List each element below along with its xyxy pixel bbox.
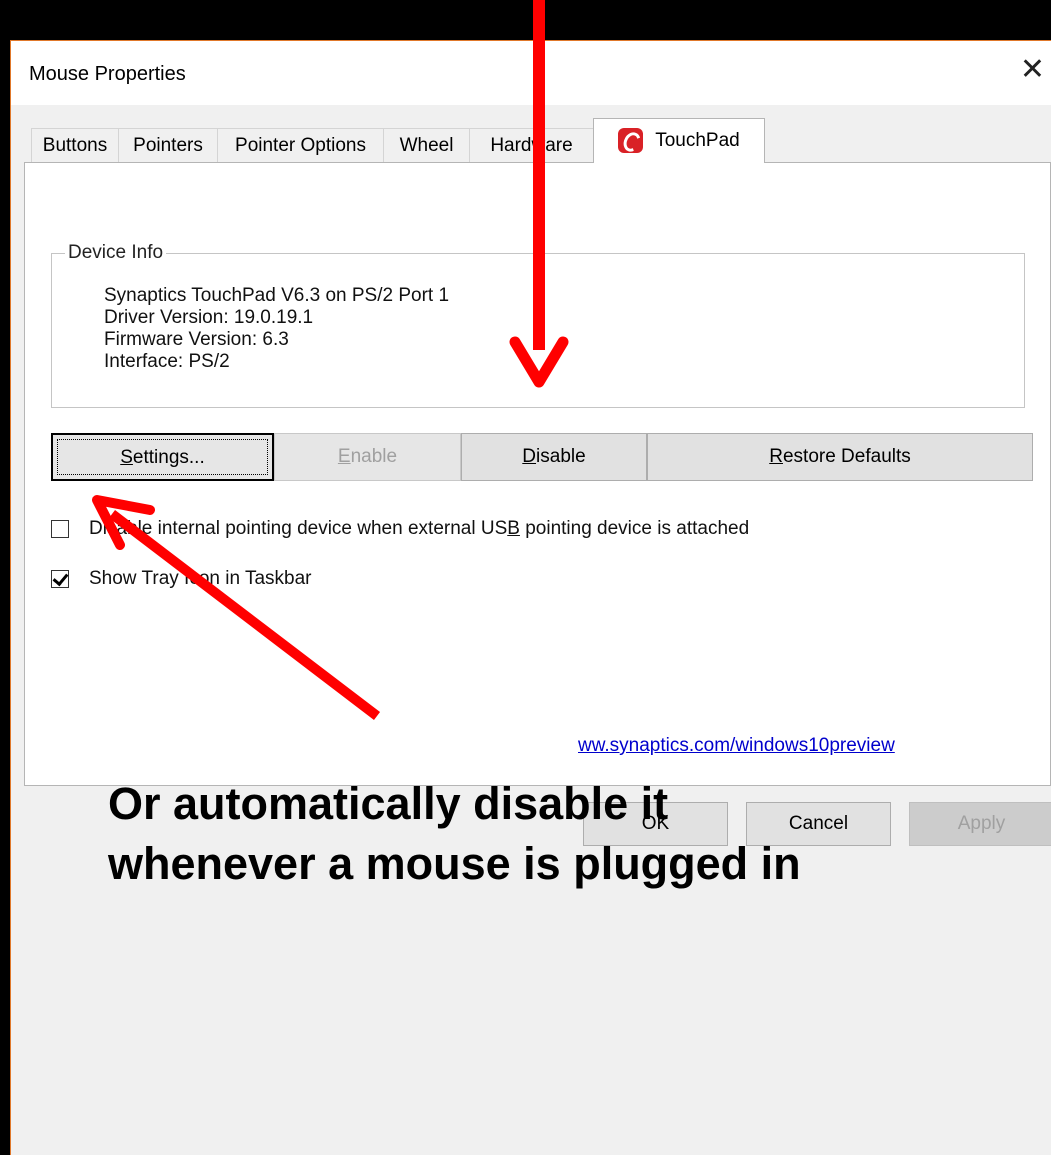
firmware-version-text: Firmware Version: 6.3 (104, 329, 289, 350)
check-mark-icon (52, 569, 69, 587)
settings-button[interactable]: Settings... (51, 433, 274, 481)
tab-buttons[interactable]: Buttons (31, 128, 119, 162)
tab-pointer-options[interactable]: Pointer Options (217, 128, 384, 162)
mouse-properties-dialog: Mouse Properties ✕ Buttons Pointers Poin… (10, 40, 1051, 1155)
interface-text: Interface: PS/2 (104, 351, 230, 372)
tab-wheel[interactable]: Wheel (383, 128, 470, 162)
window-title: Mouse Properties (29, 63, 186, 85)
synaptics-logo-icon (618, 128, 644, 154)
device-info-group: Device Info Synaptics TouchPad V6.3 on P… (51, 242, 1025, 408)
annotation-line-1: Or automatically disable it (108, 778, 669, 829)
tab-touchpad[interactable]: TouchPad (593, 118, 765, 163)
restore-defaults-button[interactable]: Restore Defaults (647, 433, 1033, 481)
driver-version-text: Driver Version: 19.0.19.1 (104, 307, 314, 328)
tab-touchpad-label: TouchPad (655, 130, 740, 151)
disable-internal-checkbox[interactable] (51, 520, 69, 538)
annotation-line-2: whenever a mouse is plugged in (108, 838, 801, 889)
close-icon[interactable]: ✕ (1020, 55, 1045, 85)
tab-pointers[interactable]: Pointers (118, 128, 218, 162)
tab-hardware[interactable]: Hardware (469, 128, 594, 162)
disable-button[interactable]: Disable (461, 433, 647, 481)
apply-button[interactable]: Apply (909, 802, 1051, 846)
device-name-text: Synaptics TouchPad V6.3 on PS/2 Port 1 (104, 285, 450, 306)
show-tray-icon-checkbox[interactable] (51, 569, 69, 588)
title-bar[interactable]: Mouse Properties ✕ (11, 41, 1051, 105)
touchpad-panel: Device Info Synaptics TouchPad V6.3 on P… (24, 162, 1051, 786)
annotation-text: Or automatically disable it whenever a m… (108, 774, 801, 894)
enable-button[interactable]: Enable (274, 433, 461, 481)
synaptics-website-link[interactable]: ww.synaptics.com/windows10preview (578, 735, 895, 757)
show-tray-icon-label: Show Tray Icon in Taskbar (89, 568, 312, 589)
disable-internal-label: Disable internal pointing device when ex… (89, 518, 750, 539)
device-info-legend: Device Info (65, 242, 167, 264)
dialog-client-area: Buttons Pointers Pointer Options Wheel H… (11, 105, 1051, 1155)
